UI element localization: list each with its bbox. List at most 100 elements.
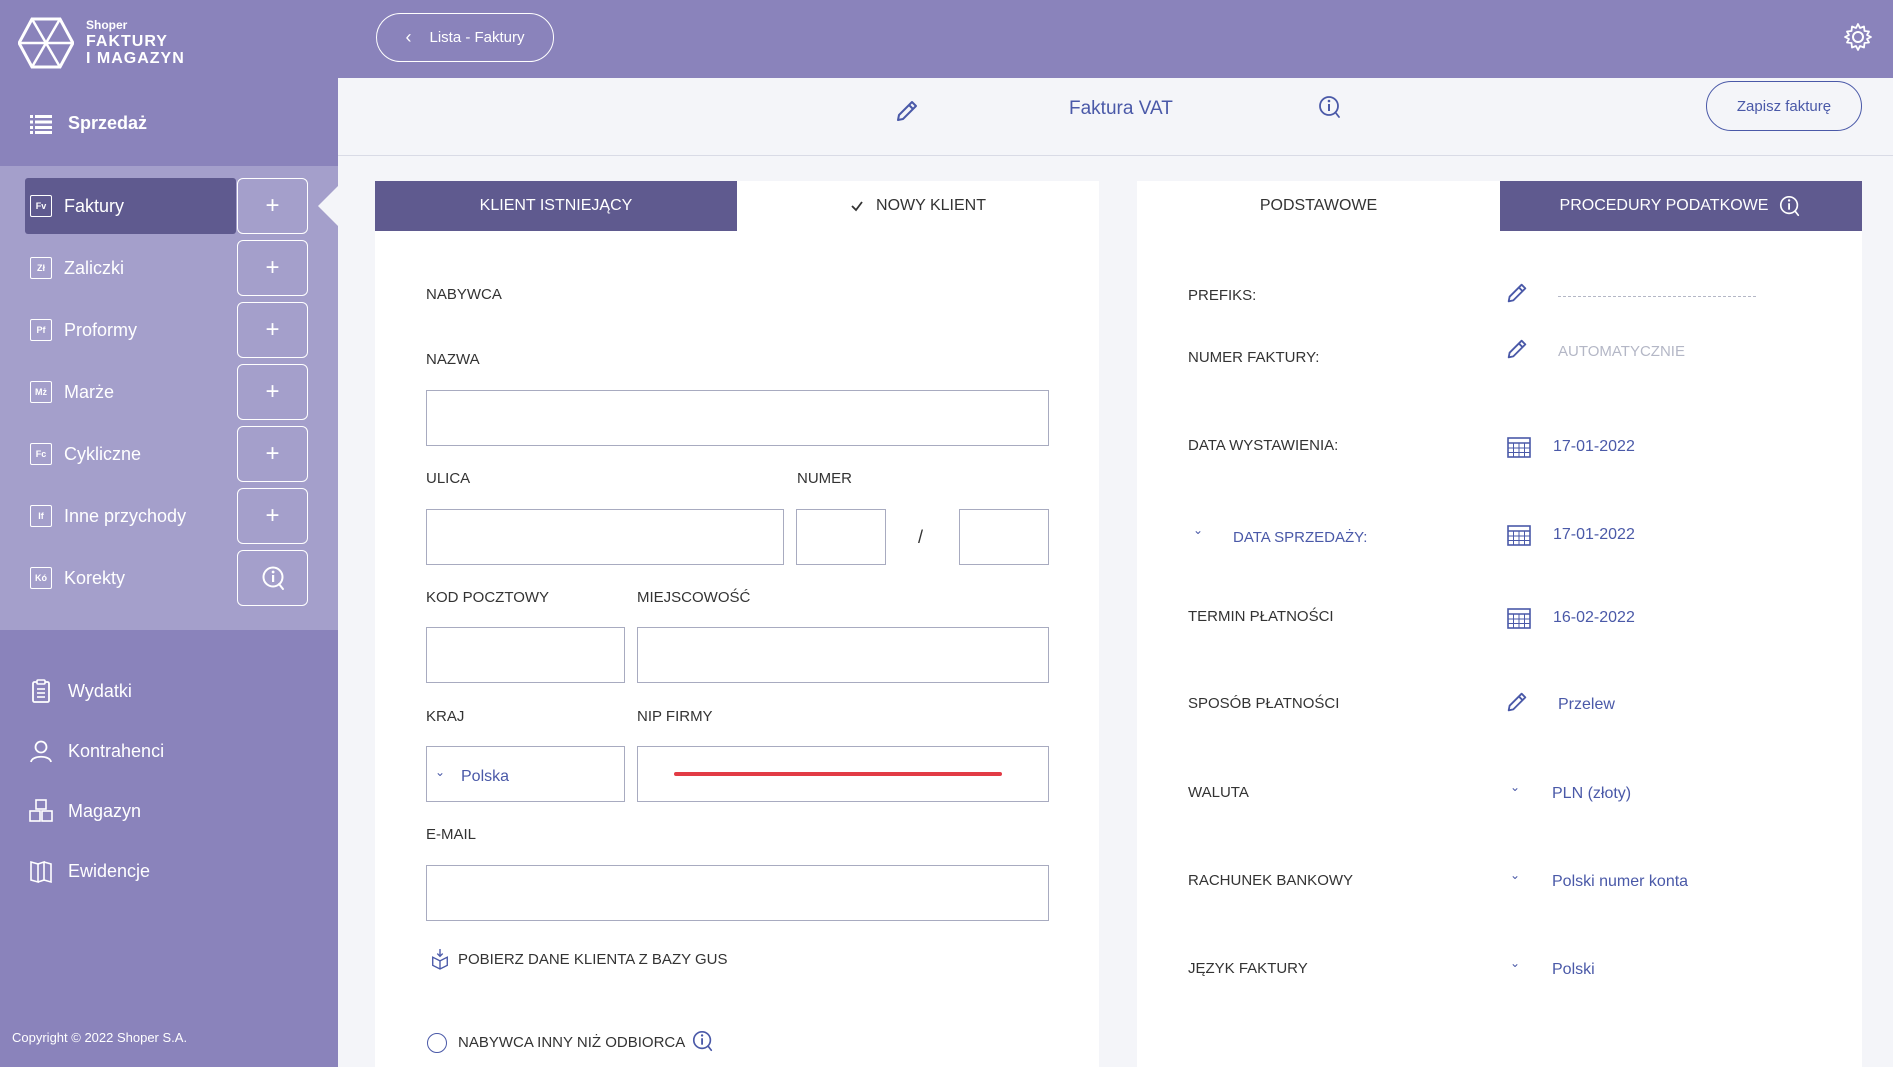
sidebar-section-sales[interactable]: Sprzedaż [30, 113, 147, 134]
street-input[interactable] [426, 509, 784, 565]
back-button-label: Lista - Faktury [429, 29, 525, 46]
add-proforma-button[interactable]: + [237, 302, 308, 358]
pencil-icon[interactable] [1505, 337, 1529, 361]
payment-method-value[interactable]: Przelew [1558, 696, 1615, 714]
brand-text: Shoper FAKTURY I MAGAZYN [86, 19, 185, 67]
hexagon-logo-icon [18, 17, 74, 69]
chevron-down-icon[interactable]: ⌄ [1193, 523, 1203, 537]
sale-date-value[interactable]: 17-01-2022 [1553, 526, 1635, 544]
issue-date-label: DATA WYSTAWIENIA: [1188, 437, 1339, 454]
invoice-number-label: NUMER FAKTURY: [1188, 349, 1320, 366]
tab-new-client[interactable]: NOWY KLIENT [737, 181, 1099, 231]
book-icon [30, 860, 52, 884]
tab-basic[interactable]: PODSTAWOWE [1137, 181, 1500, 231]
copyright: Copyright © 2022 Shoper S.A. [12, 1030, 188, 1045]
brand-logo[interactable]: Shoper FAKTURY I MAGAZYN [18, 17, 185, 69]
bank-account-value[interactable]: Polski numer konta [1552, 873, 1688, 891]
add-recurring-button[interactable]: + [237, 426, 308, 482]
user-icon [30, 740, 52, 763]
sidebar-item-label: Zaliczki [64, 257, 125, 278]
sidebar-item-zaliczki[interactable]: Zł Zaliczki [25, 240, 236, 296]
box-download-icon [432, 949, 448, 970]
tab-existing-client[interactable]: KLIENT ISTNIEJĄCY [375, 181, 737, 231]
margin-icon: Mż [30, 381, 52, 403]
document-header: Faktura VAT Zapisz fakturę [338, 78, 1893, 156]
city-label: MIEJSCOWOŚĆ [637, 589, 751, 606]
info-icon[interactable] [1317, 94, 1343, 120]
sidebar-item-inne-przychody[interactable]: If Inne przychody [25, 488, 236, 544]
sidebar-item-label: Inne przychody [64, 505, 187, 526]
gus-download-label: POBIERZ DANE KLIENTA Z BAZY GUS [458, 950, 728, 968]
sidebar-item-label: Ewidencje [68, 860, 151, 881]
invoice-language-value[interactable]: Polski [1552, 961, 1595, 979]
calendar-icon[interactable] [1507, 435, 1531, 459]
pencil-icon[interactable] [1505, 690, 1529, 714]
sidebar-row-faktury: Fv Faktury + [25, 178, 308, 234]
sidebar-header: Shoper FAKTURY I MAGAZYN Sprzedaż [0, 0, 338, 166]
sidebar-row-proformy: Pf Proformy + [25, 302, 308, 358]
sidebar-row-cykliczne: Fc Cykliczne + [25, 426, 308, 482]
info-icon[interactable] [691, 1029, 715, 1053]
add-margin-button[interactable]: + [237, 364, 308, 420]
gear-icon[interactable] [1843, 22, 1873, 52]
sidebar-item-ewidencje[interactable]: Ewidencje [28, 858, 150, 884]
country-select[interactable]: ⌄ Polska [426, 746, 625, 802]
nip-input[interactable] [637, 746, 1049, 802]
tab-tax-procedures[interactable]: PROCEDURY PODATKOWE [1500, 181, 1862, 231]
due-date-label: TERMIN PŁATNOŚCI [1188, 608, 1334, 625]
sidebar-item-magazyn[interactable]: Magazyn [28, 798, 141, 824]
sidebar-item-wydatki[interactable]: Wydatki [28, 678, 132, 704]
sales-submenu: Fv Faktury + Zł Zaliczki + Pf Proformy +… [0, 166, 338, 630]
prefix-label: PREFIKS: [1188, 287, 1257, 304]
country-value: Polska [461, 768, 510, 785]
check-icon [851, 201, 863, 212]
sidebar-item-marze[interactable]: Mż Marże [25, 364, 236, 420]
chevron-down-icon[interactable]: ⌄ [1510, 780, 1520, 794]
brand-line1: FAKTURY [86, 33, 168, 50]
corrections-info-button[interactable] [237, 550, 308, 606]
brand-small: Shoper [86, 18, 128, 32]
info-icon [262, 566, 284, 590]
sidebar-item-faktury[interactable]: Fv Faktury [25, 178, 236, 234]
sidebar-row-inne: If Inne przychody + [25, 488, 308, 544]
calendar-icon[interactable] [1507, 523, 1531, 547]
currency-value[interactable]: PLN (złoty) [1552, 785, 1631, 803]
add-advance-button[interactable]: + [237, 240, 308, 296]
due-date-value[interactable]: 16-02-2022 [1553, 609, 1635, 627]
sidebar-item-proformy[interactable]: Pf Proformy [25, 302, 236, 358]
gus-download-link[interactable]: POBIERZ DANE KLIENTA Z BAZY GUS [430, 948, 728, 970]
chevron-down-icon[interactable]: ⌄ [1510, 956, 1520, 970]
postal-code-input[interactable] [426, 627, 625, 683]
sidebar-item-label: Proformy [64, 319, 138, 340]
proforma-icon: Pf [30, 319, 52, 341]
number-separator: / [918, 527, 924, 547]
pencil-icon[interactable] [1505, 281, 1529, 305]
pencil-icon[interactable] [894, 98, 920, 124]
name-input[interactable] [426, 390, 1049, 446]
sidebar-item-korekty[interactable]: Kó Korekty [25, 550, 236, 606]
chevron-down-icon[interactable]: ⌄ [1510, 868, 1520, 882]
sidebar-item-label: Cykliczne [64, 443, 142, 464]
info-icon [1780, 195, 1800, 217]
sale-date-label[interactable]: DATA SPRZEDAŻY: [1233, 529, 1367, 546]
top-bar: ‹ Lista - Faktury [338, 0, 1893, 78]
issue-date-value[interactable]: 17-01-2022 [1553, 438, 1635, 456]
sidebar-section-label: Sprzedaż [68, 113, 148, 133]
calendar-icon[interactable] [1507, 606, 1531, 630]
save-invoice-button[interactable]: Zapisz fakturę [1706, 81, 1862, 131]
number-label: NUMER [797, 470, 852, 487]
add-invoice-button[interactable]: + [237, 178, 308, 234]
sidebar-item-kontrahenci[interactable]: Kontrahenci [28, 738, 164, 764]
buyer-other-radio[interactable] [427, 1033, 447, 1053]
sidebar-item-cykliczne[interactable]: Fc Cykliczne [25, 426, 236, 482]
prefix-empty-value[interactable] [1558, 296, 1756, 297]
city-input[interactable] [637, 627, 1049, 683]
tab-label: NOWY KLIENT [876, 197, 986, 214]
email-input[interactable] [426, 865, 1049, 921]
sidebar-item-label: Kontrahenci [68, 740, 165, 761]
add-other-income-button[interactable]: + [237, 488, 308, 544]
house-number-input[interactable] [796, 509, 886, 565]
tab-label: PROCEDURY PODATKOWE [1559, 197, 1769, 214]
apartment-number-input[interactable] [959, 509, 1049, 565]
back-to-list-button[interactable]: ‹ Lista - Faktury [376, 13, 554, 62]
